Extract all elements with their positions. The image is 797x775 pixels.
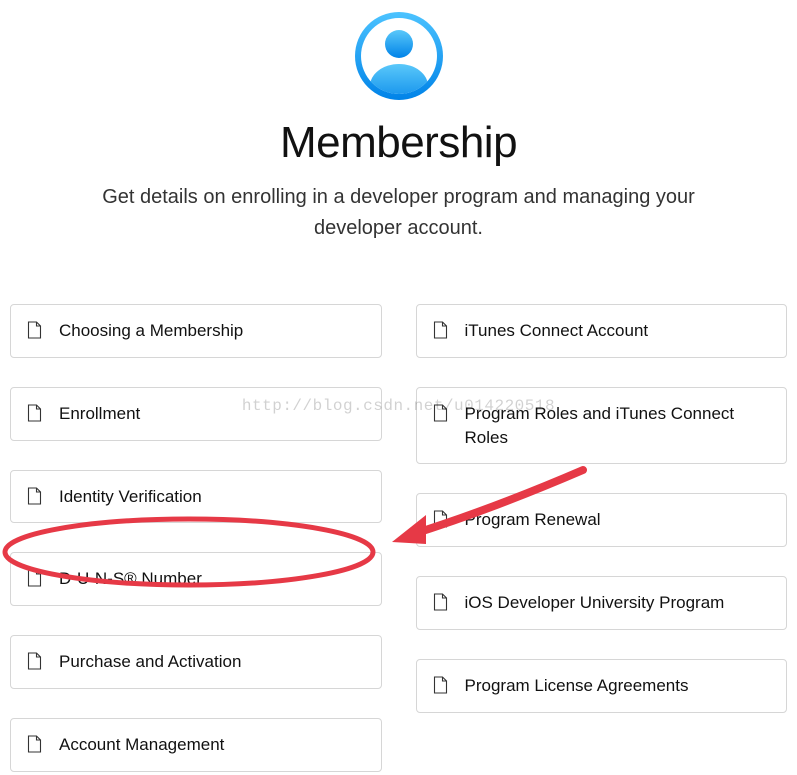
item-label: iTunes Connect Account [465,319,649,343]
document-icon [433,404,448,422]
document-icon [433,676,448,694]
document-icon [433,593,448,611]
list-item-ios-university[interactable]: iOS Developer University Program [416,576,788,630]
item-label: D-U-N-S® Number [59,567,202,591]
list-item-account-management[interactable]: Account Management [10,718,382,772]
list-item-choosing-membership[interactable]: Choosing a Membership [10,304,382,358]
right-column: iTunes Connect Account Program Roles and… [416,304,788,772]
document-icon [433,321,448,339]
item-label: Program Renewal [465,508,601,532]
list-item-program-renewal[interactable]: Program Renewal [416,493,788,547]
list-item-duns-number[interactable]: D-U-N-S® Number [10,552,382,606]
item-label: Program License Agreements [465,674,689,698]
document-icon [433,510,448,528]
item-label: Program Roles and iTunes Connect Roles [465,402,771,450]
list-item-itunes-connect-account[interactable]: iTunes Connect Account [416,304,788,358]
header-section: Membership Get details on enrolling in a… [0,0,797,284]
item-label: Purchase and Activation [59,650,241,674]
list-item-enrollment[interactable]: Enrollment [10,387,382,441]
item-label: iOS Developer University Program [465,591,725,615]
item-label: Choosing a Membership [59,319,243,343]
item-label: Identity Verification [59,485,202,509]
avatar-icon [355,12,443,100]
list-item-program-roles[interactable]: Program Roles and iTunes Connect Roles [416,387,788,465]
content-columns: Choosing a Membership Enrollment Identit… [0,284,797,772]
document-icon [27,404,42,422]
document-icon [27,735,42,753]
list-item-identity-verification[interactable]: Identity Verification [10,470,382,524]
list-item-license-agreements[interactable]: Program License Agreements [416,659,788,713]
document-icon [27,652,42,670]
item-label: Enrollment [59,402,140,426]
left-column: Choosing a Membership Enrollment Identit… [10,304,382,772]
document-icon [27,569,42,587]
document-icon [27,321,42,339]
list-item-purchase-activation[interactable]: Purchase and Activation [10,635,382,689]
item-label: Account Management [59,733,224,757]
page-subtitle: Get details on enrolling in a developer … [79,182,719,244]
document-icon [27,487,42,505]
page-title: Membership [0,118,797,168]
